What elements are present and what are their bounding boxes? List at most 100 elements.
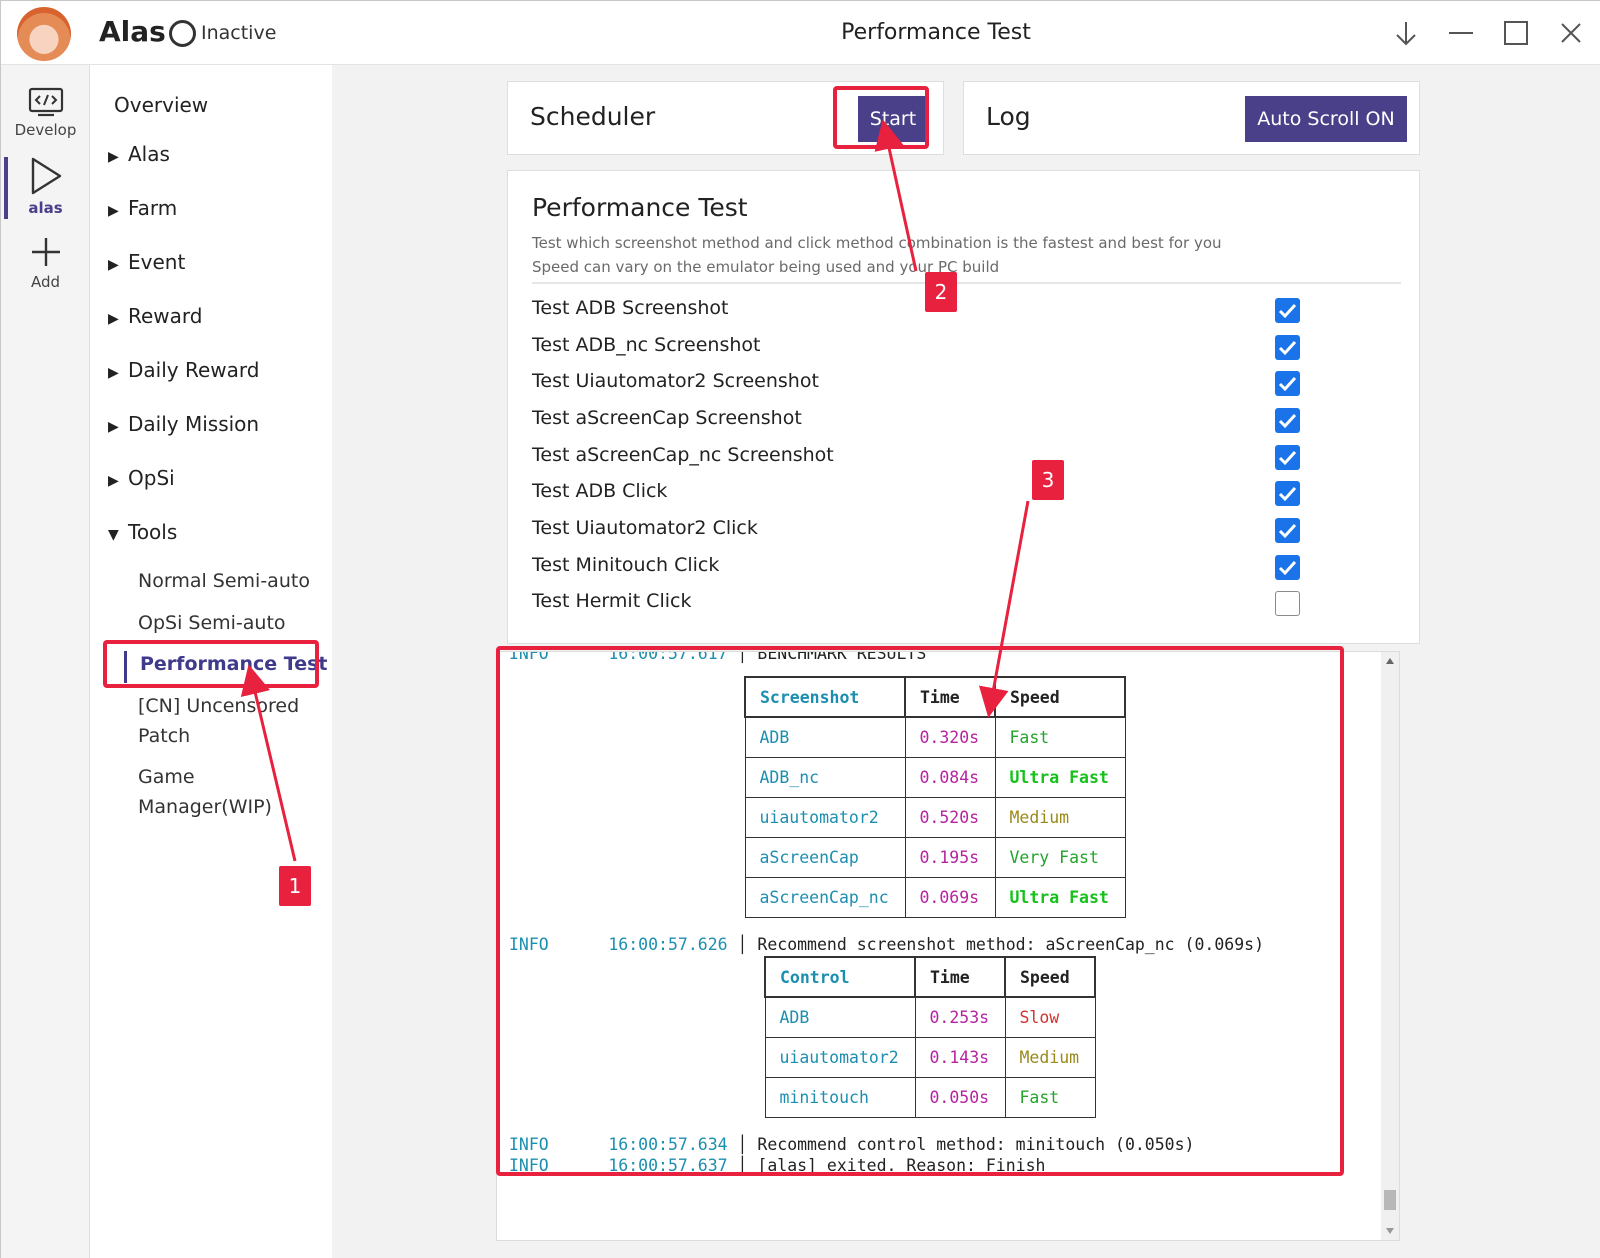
option-label: Test Minitouch Click (532, 554, 720, 576)
check-icon (1278, 340, 1297, 356)
check-icon (1278, 413, 1297, 429)
option-label: Test ADB Click (532, 480, 668, 502)
close-icon[interactable] (1555, 17, 1587, 49)
option-checkbox[interactable] (1275, 481, 1300, 506)
play-icon (31, 157, 61, 195)
performance-test-card: Performance Test Test which screenshot m… (507, 170, 1420, 644)
scroll-up-icon[interactable] (1386, 658, 1394, 664)
maximize-icon[interactable] (1500, 17, 1532, 49)
option-label: Test ADB_nc Screenshot (532, 334, 761, 356)
caret-right-icon: ▶ (108, 473, 119, 489)
nav-overview[interactable]: Overview (114, 93, 208, 117)
option-row: Test Minitouch Click (532, 554, 1302, 584)
nav-group-label: Tools (128, 520, 178, 544)
annotation-badge-2: 2 (925, 272, 957, 312)
nav-group-opsi[interactable]: ▶ OpSi (108, 466, 175, 490)
rail-add[interactable]: Add (1, 235, 90, 291)
option-label: Test Uiautomator2 Click (532, 517, 758, 539)
log-header-card: Log Auto Scroll ON (963, 81, 1420, 155)
nav-item-label-line1: Game (138, 766, 195, 788)
nav-group-label: Alas (128, 142, 170, 166)
nav-group-alas[interactable]: ▶ Alas (108, 142, 170, 166)
nav-item-opsi-semi-auto[interactable]: OpSi Semi-auto (138, 608, 286, 638)
caret-right-icon: ▶ (108, 365, 119, 381)
minimize-icon[interactable] (1445, 17, 1477, 49)
scroll-thumb[interactable] (1384, 1190, 1396, 1210)
download-icon[interactable] (1390, 17, 1422, 49)
caret-right-icon: ▶ (108, 149, 119, 165)
divider (532, 282, 1401, 284)
option-checkbox[interactable] (1275, 298, 1300, 323)
nav-group-reward[interactable]: ▶ Reward (108, 304, 202, 328)
option-checkbox[interactable] (1275, 371, 1300, 396)
annotation-badge-1: 1 (279, 866, 311, 906)
option-checkbox[interactable] (1275, 591, 1300, 616)
option-label: Test Uiautomator2 Screenshot (532, 370, 819, 392)
option-row: Test Uiautomator2 Click (532, 517, 1302, 547)
nav-group-label: Farm (128, 196, 178, 220)
option-row: Test aScreenCap_nc Screenshot (532, 444, 1302, 474)
option-row: Test ADB Click (532, 480, 1302, 510)
scheduler-title: Scheduler (530, 102, 656, 131)
option-checkbox[interactable] (1275, 335, 1300, 360)
scroll-down-icon[interactable] (1386, 1228, 1394, 1234)
caret-down-icon: ▼ (108, 527, 119, 543)
option-checkbox[interactable] (1275, 445, 1300, 470)
option-row: Test aScreenCap Screenshot (532, 407, 1302, 437)
performance-test-desc-1: Test which screenshot method and click m… (532, 234, 1222, 252)
option-row: Test ADB Screenshot (532, 297, 1302, 327)
performance-test-title: Performance Test (532, 193, 748, 222)
nav-group-label: Daily Mission (128, 412, 260, 436)
app-window: Alas Inactive Performance Test Develop a… (0, 0, 1600, 1258)
nav-item-game-manager[interactable]: Game Manager(WIP) (138, 762, 272, 822)
highlight-box-results (496, 646, 1344, 1176)
check-icon (1278, 303, 1297, 319)
nav-item-normal-semi-auto[interactable]: Normal Semi-auto (138, 566, 310, 596)
nav-group-label: Event (128, 250, 186, 274)
nav-item-label-line2: Manager(WIP) (138, 796, 272, 818)
rail-alas-label: alas (28, 199, 63, 217)
plus-icon (31, 238, 60, 266)
nav-group-farm[interactable]: ▶ Farm (108, 196, 177, 220)
nav-group-label: OpSi (128, 466, 175, 490)
check-icon (1278, 486, 1297, 502)
caret-right-icon: ▶ (108, 311, 119, 327)
check-icon (1278, 376, 1297, 392)
option-row: Test Uiautomator2 Screenshot (532, 370, 1302, 400)
auto-scroll-button[interactable]: Auto Scroll ON (1245, 96, 1407, 142)
option-label: Test Hermit Click (532, 590, 692, 612)
option-label: Test aScreenCap_nc Screenshot (532, 444, 834, 466)
nav-group-daily-mission[interactable]: ▶ Daily Mission (108, 412, 259, 436)
nav-group-label: Reward (128, 304, 203, 328)
nav-group-label: Daily Reward (128, 358, 260, 382)
rail-add-label: Add (30, 273, 61, 291)
caret-right-icon: ▶ (108, 203, 119, 219)
highlight-box-start (833, 86, 929, 149)
nav-item-label-line2: Patch (138, 725, 191, 747)
log-title: Log (986, 102, 1031, 131)
left-rail: Develop alas Add (1, 65, 90, 1258)
highlight-box-performance-test (103, 640, 319, 688)
nav-item-cn-uncensored-patch[interactable]: [CN] Uncensored Patch (138, 691, 299, 751)
rail-alas[interactable]: alas (1, 157, 90, 217)
check-icon (1278, 560, 1297, 576)
option-checkbox[interactable] (1275, 555, 1300, 580)
log-scrollbar[interactable] (1381, 652, 1399, 1240)
nav-group-daily-reward[interactable]: ▶ Daily Reward (108, 358, 259, 382)
option-label: Test ADB Screenshot (532, 297, 729, 319)
option-row: Test ADB_nc Screenshot (532, 334, 1302, 364)
rail-develop[interactable]: Develop (1, 87, 90, 139)
nav-group-event[interactable]: ▶ Event (108, 250, 185, 274)
nav-group-tools[interactable]: ▼ Tools (108, 520, 177, 544)
option-checkbox[interactable] (1275, 518, 1300, 543)
caret-right-icon: ▶ (108, 257, 119, 273)
window-title: Performance Test (841, 20, 1031, 45)
code-icon (28, 87, 63, 117)
annotation-badge-3: 3 (1032, 460, 1064, 500)
check-icon (1278, 523, 1297, 539)
option-checkbox[interactable] (1275, 408, 1300, 433)
caret-right-icon: ▶ (108, 419, 119, 435)
rail-develop-label: Develop (14, 121, 77, 139)
title-bar: Alas Inactive Performance Test (1, 1, 1600, 65)
option-label: Test aScreenCap Screenshot (532, 407, 802, 429)
